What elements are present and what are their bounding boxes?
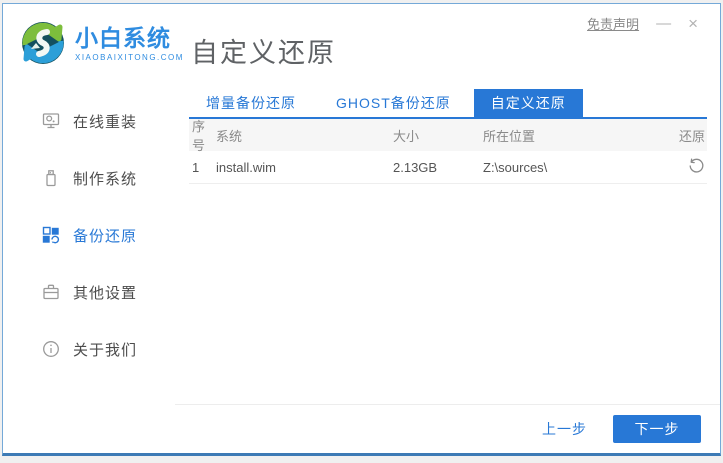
col-header-system: 系统 [216, 128, 243, 144]
tab-ghost-backup-restore[interactable]: GHOST备份还原 [319, 89, 468, 117]
brand-domain: XIAOBAIXITONG.COM [75, 53, 184, 62]
cell-size: 2.13GB [393, 159, 438, 175]
tab-bar: 增量备份还原 GHOST备份还原 自定义还原 [189, 89, 707, 119]
usb-icon [41, 168, 61, 188]
tab-custom-restore[interactable]: 自定义还原 [473, 89, 583, 117]
briefcase-icon [41, 282, 61, 302]
header: 小白系统 XIAOBAIXITONG.COM 自定义还原 免责声明 — × [3, 4, 720, 84]
sidebar-item-about-us[interactable]: 关于我们 [3, 338, 175, 360]
sidebar-item-label: 制作系统 [73, 170, 138, 188]
app-logo-icon [19, 19, 67, 67]
col-header-restore: 还原 [678, 128, 705, 144]
col-header-location: 所在位置 [483, 128, 536, 144]
sidebar-item-other-settings[interactable]: 其他设置 [3, 281, 175, 303]
app-window: 小白系统 XIAOBAIXITONG.COM 自定义还原 免责声明 — × 在线… [2, 3, 721, 456]
restore-icon[interactable] [688, 157, 705, 177]
backup-restore-icon [41, 225, 61, 245]
tab-incremental-backup-restore[interactable]: 增量备份还原 [189, 89, 313, 117]
sidebar-item-make-system[interactable]: 制作系统 [3, 167, 175, 189]
main-content: 增量备份还原 GHOST备份还原 自定义还原 序号 系统 大小 所在位置 还原 … [175, 84, 720, 453]
col-header-size: 大小 [393, 128, 420, 144]
table-row: 1 install.wim 2.13GB Z:\sources\ [189, 151, 707, 184]
table-header-row: 序号 系统 大小 所在位置 还原 [189, 119, 707, 153]
info-icon [41, 339, 61, 359]
disclaimer-link[interactable]: 免责声明 [587, 14, 639, 33]
cell-no: 1 [192, 159, 200, 175]
close-icon[interactable]: × [688, 14, 698, 33]
cell-system: install.wim [216, 159, 276, 175]
cell-location: Z:\sources\ [483, 159, 548, 175]
sidebar: 在线重装 制作系统 备份还原 其他设置 关于我们 [3, 84, 175, 453]
brand-name: 小白系统 [75, 25, 171, 51]
sidebar-item-label: 备份还原 [73, 227, 138, 245]
next-step-button[interactable]: 下一步 [613, 415, 701, 443]
monitor-icon [41, 111, 61, 131]
minimize-icon[interactable]: — [656, 15, 671, 33]
sidebar-item-label: 其他设置 [73, 284, 138, 302]
footer: 上一步 下一步 [175, 404, 720, 453]
backup-table: 序号 系统 大小 所在位置 还原 1 install.wim 2.13GB Z:… [189, 119, 707, 184]
brand-block: 小白系统 XIAOBAIXITONG.COM [75, 25, 184, 62]
page-title: 自定义还原 [191, 38, 336, 68]
sidebar-item-label: 在线重装 [73, 113, 138, 131]
sidebar-item-backup-restore[interactable]: 备份还原 [3, 224, 175, 246]
sidebar-item-label: 关于我们 [73, 341, 138, 359]
prev-step-button[interactable]: 上一步 [542, 419, 587, 439]
col-header-no: 序号 [192, 119, 206, 153]
sidebar-item-online-reinstall[interactable]: 在线重装 [3, 110, 175, 132]
